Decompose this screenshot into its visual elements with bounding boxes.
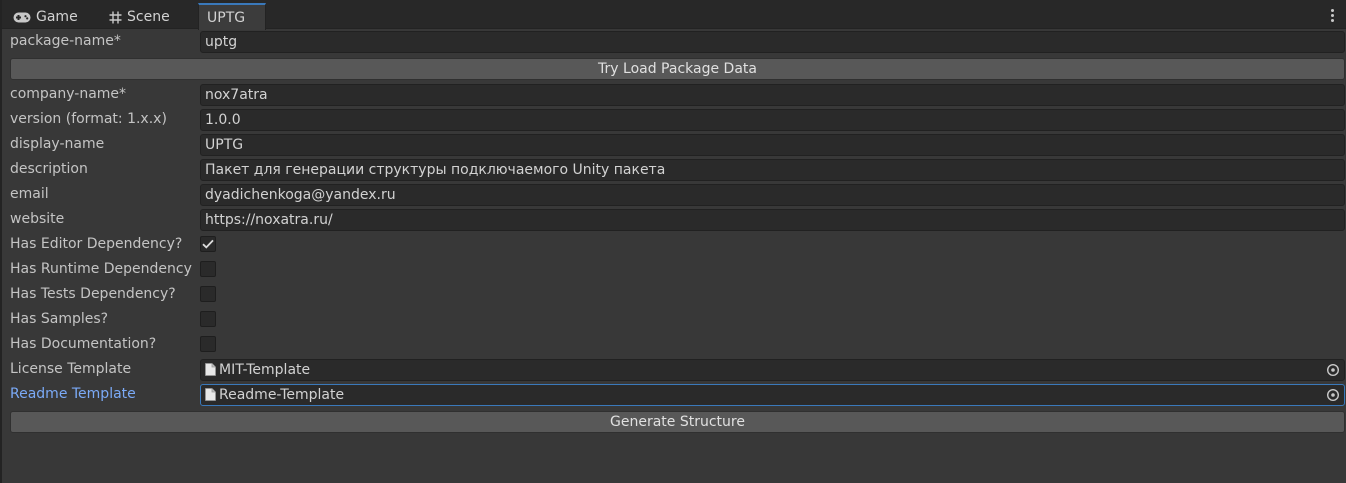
uptg-editor-window: Game Scene UPTG package-name* uptg Try L… xyxy=(0,0,1346,483)
description-input[interactable]: Пакет для генерации структуры подключаем… xyxy=(200,159,1345,181)
has-samples-checkbox[interactable] xyxy=(200,311,216,327)
website-input[interactable]: https://noxatra.ru/ xyxy=(200,209,1345,231)
row-has-editor-dependency: Has Editor Dependency? xyxy=(10,234,1345,256)
row-has-documentation: Has Documentation? xyxy=(10,334,1345,356)
row-description: description Пакет для генерации структур… xyxy=(10,159,1345,181)
row-package-name: package-name* uptg xyxy=(10,31,1345,53)
has-tests-dependency-label: Has Tests Dependency? xyxy=(10,286,176,302)
readme-template-value: Readme-Template xyxy=(219,387,345,403)
license-template-value: MIT-Template xyxy=(219,362,311,378)
row-website: website https://noxatra.ru/ xyxy=(10,209,1345,231)
row-email: email dyadichenkoga@yandex.ru xyxy=(10,184,1345,206)
company-name-input[interactable]: nox7atra xyxy=(200,84,1345,106)
has-documentation-label: Has Documentation? xyxy=(10,336,157,352)
row-license-template: License Template MIT-Template xyxy=(10,359,1345,381)
readme-template-label: Readme Template xyxy=(10,386,136,402)
description-label: description xyxy=(10,161,88,177)
row-has-tests-dependency: Has Tests Dependency? xyxy=(10,284,1345,306)
tab-scene[interactable]: Scene xyxy=(109,5,170,29)
email-input[interactable]: dyadichenkoga@yandex.ru xyxy=(200,184,1345,206)
has-editor-dependency-checkbox[interactable] xyxy=(200,236,216,252)
package-name-input[interactable]: uptg xyxy=(200,31,1345,53)
tab-uptg[interactable]: UPTG xyxy=(198,3,266,30)
version-label: version (format: 1.x.x) xyxy=(10,111,167,127)
try-load-package-data-button[interactable]: Try Load Package Data xyxy=(10,58,1345,80)
has-documentation-checkbox[interactable] xyxy=(200,336,216,352)
grid-icon xyxy=(109,11,122,24)
readme-template-object-field[interactable]: Readme-Template xyxy=(200,384,1345,406)
object-picker-icon[interactable] xyxy=(1326,388,1340,402)
company-name-label: company-name* xyxy=(10,86,127,102)
has-editor-dependency-label: Has Editor Dependency? xyxy=(10,236,183,252)
more-options-icon[interactable] xyxy=(1326,6,1338,24)
row-has-samples: Has Samples? xyxy=(10,309,1345,331)
row-company-name: company-name* nox7atra xyxy=(10,84,1345,106)
tab-uptg-label: UPTG xyxy=(207,9,246,26)
has-samples-label: Has Samples? xyxy=(10,311,109,327)
license-template-object-field[interactable]: MIT-Template xyxy=(200,359,1345,381)
has-runtime-dependency-label: Has Runtime Dependency xyxy=(10,261,192,277)
website-label: website xyxy=(10,211,65,227)
object-picker-icon[interactable] xyxy=(1326,363,1340,377)
row-version: version (format: 1.x.x) 1.0.0 xyxy=(10,109,1345,131)
row-display-name: display-name UPTG xyxy=(10,134,1345,156)
email-label: email xyxy=(10,186,49,202)
package-name-label: package-name* xyxy=(10,33,121,49)
tab-game-label: Game xyxy=(36,9,78,25)
checkmark-icon xyxy=(202,239,214,249)
has-tests-dependency-checkbox[interactable] xyxy=(200,286,216,302)
display-name-label: display-name xyxy=(10,136,105,152)
tab-scene-label: Scene xyxy=(127,9,170,25)
row-has-runtime-dependency: Has Runtime Dependency xyxy=(10,259,1345,281)
row-readme-template: Readme Template Readme-Template xyxy=(10,384,1345,406)
display-name-input[interactable]: UPTG xyxy=(200,134,1345,156)
version-input[interactable]: 1.0.0 xyxy=(200,109,1345,131)
license-template-label: License Template xyxy=(10,361,132,377)
gamepad-icon xyxy=(13,12,31,23)
generate-structure-button[interactable]: Generate Structure xyxy=(10,411,1345,433)
text-asset-icon xyxy=(205,362,216,376)
has-runtime-dependency-checkbox[interactable] xyxy=(200,261,216,277)
tab-bar: Game Scene UPTG xyxy=(2,0,1346,30)
tab-game[interactable]: Game xyxy=(13,5,78,29)
text-asset-icon xyxy=(205,387,216,401)
